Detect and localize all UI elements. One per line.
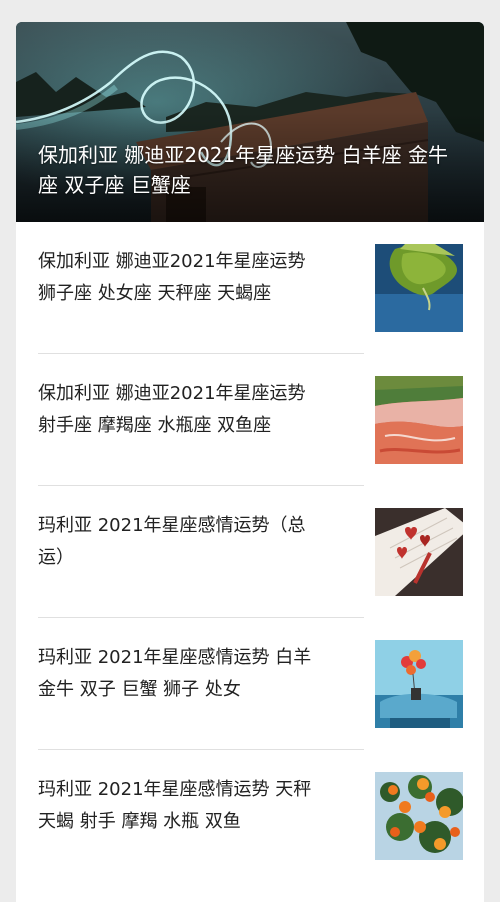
red-lake-landscape-photo <box>375 376 463 464</box>
list-item[interactable]: 保加利亚 娜迪亚2021年星座运势 狮子座 处女座 天秤座 天蝎座 <box>16 222 484 354</box>
hero-title: 保加利亚 娜迪亚2021年星座运势 白羊座 金牛座 双子座 巨蟹座 <box>38 143 448 197</box>
article-title: 玛利亚 2021年星座感情运势 天秤 天蝎 射手 摩羯 水瓶 双鱼 <box>38 779 312 832</box>
article-feed-card: 保加利亚 娜迪亚2021年星座运势 白羊座 金牛座 双子座 巨蟹座 保加利亚 娜… <box>16 22 484 902</box>
list-item[interactable]: 玛利亚 2021年星座感情运势 天秤 天蝎 射手 摩羯 水瓶 双鱼 <box>16 750 484 882</box>
island-aerial-photo <box>375 244 463 332</box>
article-title: 玛利亚 2021年星座感情运势 白羊 金牛 双子 巨蟹 狮子 处女 <box>38 647 312 700</box>
list-item[interactable]: 玛利亚 2021年星座感情运势 白羊 金牛 双子 巨蟹 狮子 处女 <box>16 618 484 750</box>
article-title: 保加利亚 娜迪亚2021年星座运势 狮子座 处女座 天秤座 天蝎座 <box>38 251 306 304</box>
article-title: 保加利亚 娜迪亚2021年星座运势 射手座 摩羯座 水瓶座 双鱼座 <box>38 383 306 436</box>
article-title: 玛利亚 2021年星座感情运势（总运） <box>38 515 306 568</box>
book-hearts-photo <box>375 508 463 596</box>
article-list: 保加利亚 娜迪亚2021年星座运势 狮子座 处女座 天秤座 天蝎座 保加利亚 娜… <box>16 222 484 882</box>
list-item[interactable]: 玛利亚 2021年星座感情运势（总运） <box>16 486 484 618</box>
hero-article[interactable]: 保加利亚 娜迪亚2021年星座运势 白羊座 金牛座 双子座 巨蟹座 <box>16 22 484 222</box>
orange-flowers-photo <box>375 772 463 860</box>
list-item[interactable]: 保加利亚 娜迪亚2021年星座运势 射手座 摩羯座 水瓶座 双鱼座 <box>16 354 484 486</box>
balloons-car-photo <box>375 640 463 728</box>
